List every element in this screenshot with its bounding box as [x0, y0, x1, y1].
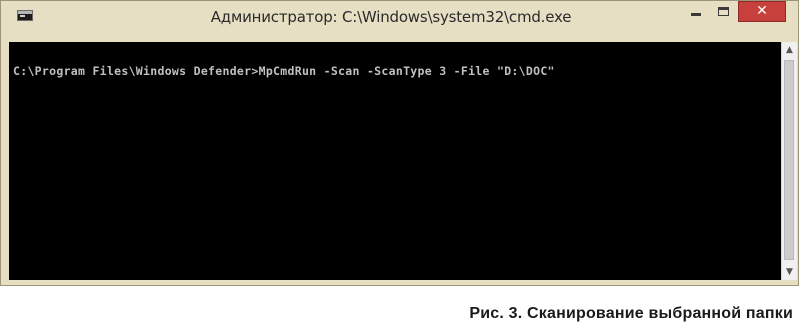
- scroll-up-icon[interactable]: ▲: [782, 42, 797, 58]
- title-bar[interactable]: Администратор: C:\Windows\system32\cmd.e…: [1, 1, 798, 41]
- figure-caption: Рис. 3. Сканирование выбранной папки: [469, 305, 793, 322]
- console-output[interactable]: C:\Program Files\Windows Defender>MpCmdR…: [9, 42, 781, 280]
- close-button[interactable]: ✕: [738, 1, 786, 22]
- close-icon: ✕: [756, 3, 768, 19]
- maximize-button[interactable]: [710, 1, 738, 22]
- window-title: Администратор: C:\Windows\system32\cmd.e…: [210, 8, 572, 26]
- console-app-icon[interactable]: [17, 10, 33, 21]
- scroll-down-icon[interactable]: ▼: [782, 264, 797, 280]
- vertical-scrollbar[interactable]: ▲ ▼: [781, 42, 797, 280]
- minimize-button[interactable]: [682, 1, 710, 22]
- command-line: C:\Program Files\Windows Defender>MpCmdR…: [13, 64, 555, 78]
- cmd-window: Администратор: C:\Windows\system32\cmd.e…: [0, 0, 799, 286]
- scroll-thumb[interactable]: [784, 60, 794, 260]
